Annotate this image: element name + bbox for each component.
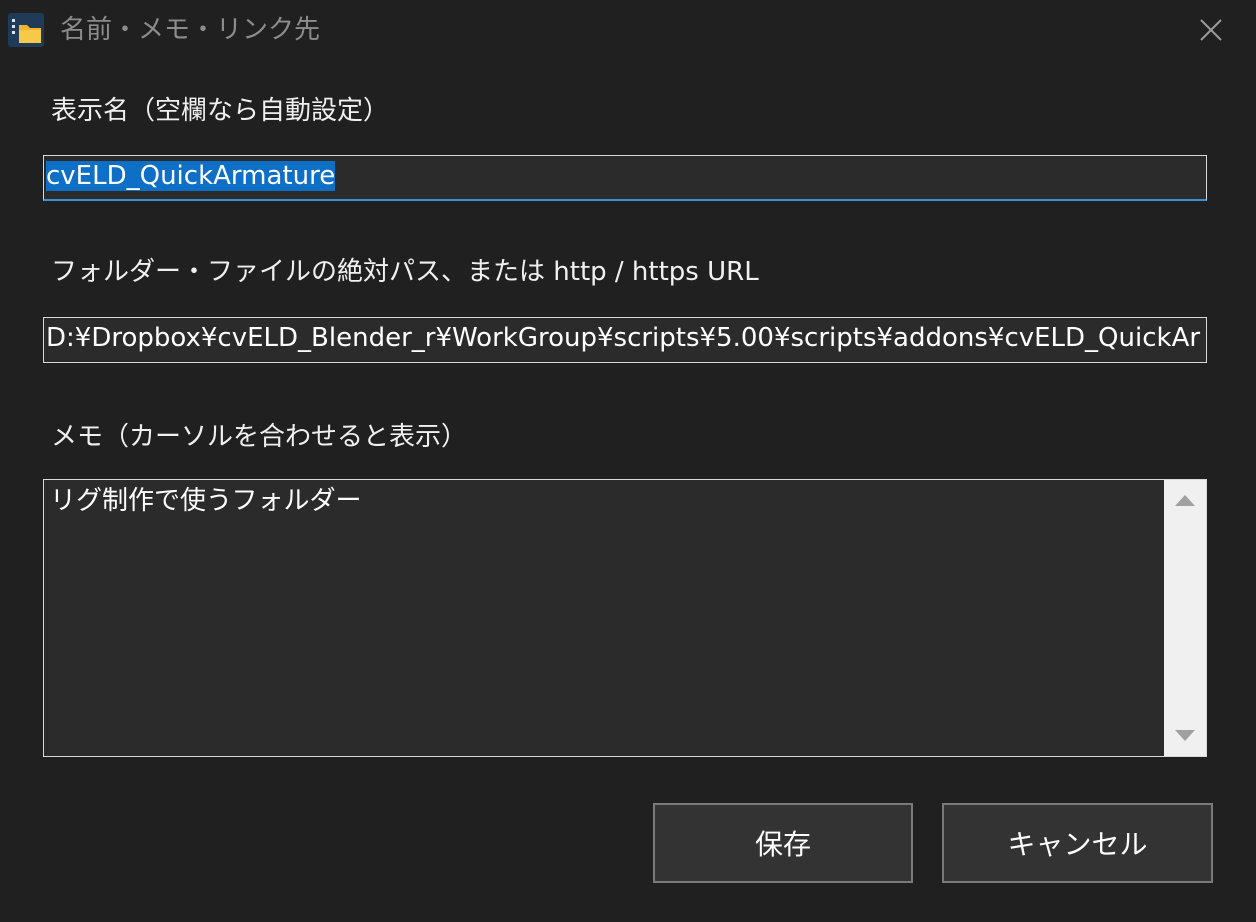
display-name-value: cvELD_QuickArmature: [46, 161, 336, 191]
scroll-up-button[interactable]: [1164, 480, 1206, 520]
title-bar: 名前・メモ・リンク先: [0, 0, 1256, 60]
cancel-button[interactable]: キャンセル: [942, 803, 1213, 883]
memo-textarea[interactable]: リグ制作で使うフォルダー: [43, 479, 1207, 757]
path-value: D:¥Dropbox¥cvELD_Blender_r¥WorkGroup¥scr…: [46, 323, 1201, 353]
memo-value: リグ制作で使うフォルダー: [50, 486, 362, 516]
close-icon: [1200, 19, 1222, 41]
memo-scrollbar[interactable]: [1164, 480, 1206, 756]
folder-app-icon: [8, 13, 44, 47]
save-button[interactable]: 保存: [653, 803, 913, 883]
display-name-label: 表示名（空欄なら自動設定）: [51, 96, 390, 126]
memo-label: メモ（カーソルを合わせると表示）: [51, 422, 468, 452]
dialog-window: 名前・メモ・リンク先 表示名（空欄なら自動設定） cvELD_QuickArma…: [0, 0, 1256, 922]
scroll-down-arrow-icon: [1175, 730, 1195, 741]
dialog-content: 表示名（空欄なら自動設定） cvELD_QuickArmature フォルダー・…: [3, 60, 1253, 918]
path-label: フォルダー・ファイルの絶対パス、または http / https URL: [51, 257, 759, 287]
display-name-input[interactable]: cvELD_QuickArmature: [43, 155, 1207, 201]
window-title: 名前・メモ・リンク先: [60, 15, 321, 45]
scroll-down-button[interactable]: [1164, 716, 1206, 756]
path-input[interactable]: D:¥Dropbox¥cvELD_Blender_r¥WorkGroup¥scr…: [43, 317, 1207, 363]
scroll-up-arrow-icon: [1175, 495, 1195, 506]
close-button[interactable]: [1186, 8, 1236, 52]
